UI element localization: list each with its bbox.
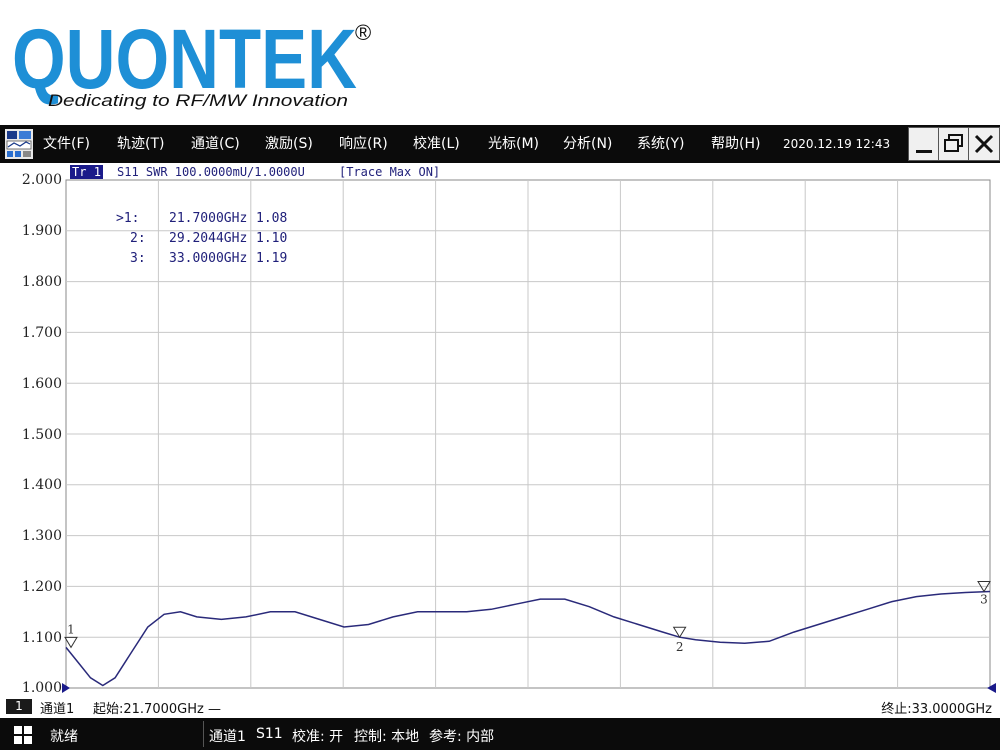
status-divider bbox=[203, 721, 204, 747]
menu-calibration[interactable]: 校准(L) bbox=[413, 125, 460, 163]
menu-marker[interactable]: 光标(M) bbox=[488, 125, 539, 163]
status-parameter: S11 bbox=[256, 726, 283, 742]
channel-name: 通道1 bbox=[40, 702, 75, 717]
menu-response[interactable]: 响应(R) bbox=[339, 125, 388, 163]
marker-2-label: 2: bbox=[130, 231, 146, 246]
restore-button[interactable] bbox=[938, 127, 970, 161]
menu-trace[interactable]: 轨迹(T) bbox=[117, 125, 164, 163]
start-frequency[interactable]: 起始:21.7000GHz — bbox=[93, 698, 221, 717]
marker-3-label: 3: bbox=[130, 251, 146, 266]
status-calibration: 校准: 开 bbox=[292, 729, 344, 745]
registered-mark: ® bbox=[355, 20, 371, 45]
marker-flag-label: 2 bbox=[676, 640, 684, 654]
channel-number[interactable]: 1 bbox=[6, 699, 32, 714]
menu-help[interactable]: 帮助(H) bbox=[711, 125, 760, 163]
swr-plot[interactable]: 1 2 3 bbox=[0, 163, 1000, 695]
menu-bar: 文件(F) 轨迹(T) 通道(C) 激励(S) 响应(R) 校准(L) 光标(M… bbox=[0, 125, 1000, 163]
marker-3-value: 1.19 bbox=[256, 251, 288, 266]
marker-flag-label: 1 bbox=[67, 622, 75, 636]
marker-3-freq: 33.0000GHz bbox=[169, 251, 248, 266]
status-bar: 就绪 通道1 S11 校准: 开 控制: 本地 参考: 内部 bbox=[0, 718, 1000, 750]
menu-stimulus[interactable]: 激励(S) bbox=[265, 125, 313, 163]
minimize-button[interactable] bbox=[908, 127, 940, 161]
marker-1-freq: 21.7000GHz bbox=[169, 211, 248, 226]
marker-2-freq: 29.2044GHz bbox=[169, 231, 248, 246]
menu-system[interactable]: 系统(Y) bbox=[637, 125, 684, 163]
close-button[interactable] bbox=[968, 127, 1000, 161]
marker-1-value: 1.08 bbox=[256, 211, 288, 226]
menu-analysis[interactable]: 分析(N) bbox=[563, 125, 612, 163]
marker-1-label: >1: bbox=[116, 211, 140, 226]
datetime-display: 2020.12.19 12:43 bbox=[783, 137, 891, 151]
marker-2-value: 1.10 bbox=[256, 231, 288, 246]
status-reference: 参考: 内部 bbox=[429, 729, 495, 745]
menu-channel[interactable]: 通道(C) bbox=[191, 125, 240, 163]
channel-bar: 1 通道1 起始:21.7000GHz — 终止:33.0000GHz bbox=[0, 695, 1000, 718]
logo-graphic: QUONTEK ® Dedicating to RF/MW Innovation bbox=[12, 12, 371, 110]
minimize-icon bbox=[916, 150, 932, 153]
windows-icon[interactable] bbox=[14, 726, 32, 744]
marker-flag-label: 3 bbox=[980, 592, 988, 606]
status-control: 控制: 本地 bbox=[354, 729, 420, 745]
status-ready: 就绪 bbox=[50, 729, 78, 745]
quontek-logo: QUONTEK ® Dedicating to RF/MW Innovation bbox=[0, 0, 1000, 125]
status-channel: 通道1 bbox=[209, 729, 246, 745]
logo-tagline: Dedicating to RF/MW Innovation bbox=[48, 91, 348, 110]
app-icon[interactable] bbox=[4, 127, 34, 161]
menu-file[interactable]: 文件(F) bbox=[43, 125, 90, 163]
stop-frequency[interactable]: 终止:33.0000GHz bbox=[881, 698, 992, 717]
restore-icon bbox=[944, 134, 963, 152]
close-icon bbox=[974, 134, 994, 154]
